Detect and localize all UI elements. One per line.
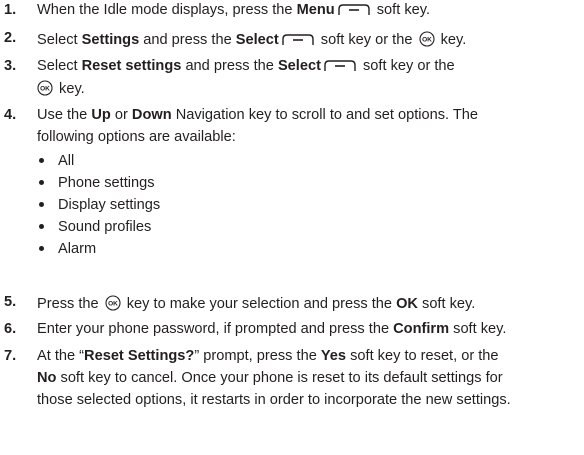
confirm-label: Confirm <box>393 321 450 337</box>
step-text: those selected options, it restarts in o… <box>37 392 511 408</box>
step-number: 4. <box>4 107 17 123</box>
bullet-icon <box>39 158 44 163</box>
step-7-text-cont: No soft key to cancel. Once your phone i… <box>37 371 503 386</box>
bullet-icon <box>39 180 44 185</box>
step-text: soft key or the <box>316 32 417 48</box>
step-2-text: Select Settings and press the Select sof… <box>37 31 466 48</box>
step-text: soft key to cancel. Once your phone is r… <box>56 370 503 386</box>
step-6-text: Enter your phone password, if prompted a… <box>37 322 506 337</box>
step-number: 6. <box>4 321 17 337</box>
step-text: When the Idle mode displays, press the <box>37 2 297 18</box>
step-text: Press the <box>37 296 103 312</box>
step-text: Select <box>37 58 82 74</box>
step-number: 5. <box>4 294 17 310</box>
step-text: or <box>110 107 132 123</box>
reset-settings-label: Reset settings <box>81 58 182 74</box>
step-text: soft key to reset, or the <box>346 348 499 364</box>
step-text: soft key. <box>372 2 431 18</box>
select-label: Select <box>235 32 279 48</box>
no-label: No <box>37 370 57 386</box>
step-text: key. <box>55 81 85 97</box>
ok-key-icon: OK <box>418 31 435 47</box>
reset-settings-prompt-label: Reset Settings? <box>84 348 195 364</box>
option-item: Alarm <box>58 241 97 257</box>
step-number: 1. <box>4 2 17 18</box>
ok-label: OK <box>396 296 418 312</box>
step-text: Navigation key to scroll to and set opti… <box>171 107 479 123</box>
option-item: Phone settings <box>58 175 155 191</box>
step-text: ” prompt, press the <box>194 348 321 364</box>
bullet-icon <box>39 224 44 229</box>
svg-text:OK: OK <box>40 86 50 93</box>
ok-key-icon: OK <box>37 80 53 96</box>
step-text: soft key or the <box>358 58 455 74</box>
yes-label: Yes <box>320 348 347 364</box>
step-text: Select <box>37 32 82 48</box>
soft-key-icon <box>323 60 357 72</box>
soft-key-icon <box>337 4 371 16</box>
up-label: Up <box>91 107 111 123</box>
step-text: key to make your selection and press the <box>122 296 397 312</box>
step-3-text: Select Reset settings and press the Sele… <box>37 59 455 74</box>
svg-text:OK: OK <box>422 37 432 44</box>
ok-key-icon: OK <box>105 295 121 311</box>
step-number: 2. <box>4 30 17 46</box>
svg-text:OK: OK <box>108 301 118 308</box>
step-1-text: When the Idle mode displays, press the M… <box>37 3 430 18</box>
menu-label: Menu <box>296 2 335 18</box>
step-text: Use the <box>37 107 92 123</box>
step-4-text-cont: following options are available: <box>37 130 236 145</box>
step-text: soft key. <box>449 321 507 337</box>
bullet-icon <box>39 202 44 207</box>
step-5-text: Press the OK key to make your selection … <box>37 295 475 312</box>
down-label: Down <box>131 107 172 123</box>
instruction-list: 1. When the Idle mode displays, press th… <box>0 0 584 455</box>
step-4-text: Use the Up or Down Navigation key to scr… <box>37 108 478 123</box>
bullet-icon <box>39 246 44 251</box>
step-text: and press the <box>181 58 278 74</box>
option-item: All <box>58 153 75 169</box>
step-text: key. <box>436 32 467 48</box>
select-label: Select <box>277 58 321 74</box>
step-text: Enter your phone password, if prompted a… <box>37 321 394 337</box>
option-item: Display settings <box>58 197 161 213</box>
step-7-text: At the “Reset Settings?” prompt, press t… <box>37 349 499 364</box>
step-text: and press the <box>139 32 236 48</box>
step-7-text-cont: those selected options, it restarts in o… <box>37 393 511 408</box>
soft-key-icon <box>281 34 315 46</box>
step-text: following options are available: <box>37 129 236 145</box>
step-text: At the “ <box>37 348 85 364</box>
settings-label: Settings <box>81 32 140 48</box>
step-3-text-cont: OK key. <box>37 80 85 97</box>
step-text: soft key. <box>417 296 476 312</box>
step-number: 3. <box>4 58 17 74</box>
option-item: Sound profiles <box>58 219 152 235</box>
step-number: 7. <box>4 348 17 364</box>
